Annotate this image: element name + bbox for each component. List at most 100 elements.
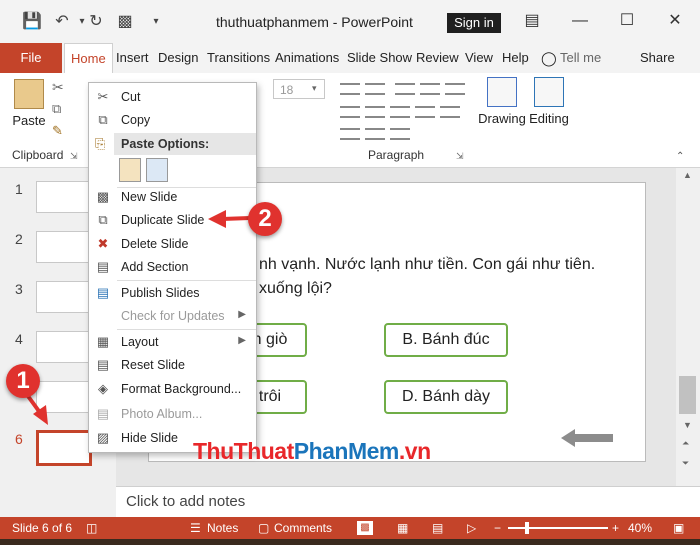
maximize-icon[interactable]: ☐ xyxy=(612,8,642,34)
format-background-icon: ◈ xyxy=(98,381,108,396)
comments-toggle[interactable]: Comments xyxy=(274,521,332,535)
notes-icon[interactable]: ☰ xyxy=(190,521,201,535)
paste-keep-text-icon[interactable] xyxy=(119,158,141,182)
format-painter-icon[interactable]: ✎ xyxy=(52,123,63,139)
align-left-icon[interactable] xyxy=(340,106,360,118)
clipboard-launcher-icon[interactable]: ⇲ xyxy=(70,151,78,162)
previous-slide-icon[interactable]: ⏶ xyxy=(682,438,689,449)
zoom-slider-thumb[interactable] xyxy=(525,522,529,534)
thumb-number-selected: 6 xyxy=(15,431,23,447)
text-direction-icon[interactable] xyxy=(340,128,360,140)
decrease-indent-icon[interactable] xyxy=(395,83,415,95)
reading-view-icon[interactable]: ▤ xyxy=(432,521,443,535)
align-text-icon[interactable] xyxy=(365,128,385,140)
copy-small-icon[interactable]: ⧉ xyxy=(52,101,61,117)
menu-item-duplicate-slide[interactable]: ⧉ Duplicate Slide xyxy=(89,209,256,231)
ribbon-display-icon[interactable]: ▤ xyxy=(517,8,547,34)
notes-toggle[interactable]: Notes xyxy=(207,521,238,535)
zoom-level[interactable]: 40% xyxy=(628,521,652,535)
tell-me-search[interactable]: Tell me xyxy=(560,43,601,73)
slide-thumb-3[interactable] xyxy=(36,281,92,313)
menu-item-format-background[interactable]: ◈ Format Background... xyxy=(89,378,256,400)
menu-item-new-slide[interactable]: ▩ New Slide xyxy=(89,186,256,208)
tab-help[interactable]: Help xyxy=(502,43,529,73)
share-button[interactable]: Share xyxy=(640,43,675,73)
next-slide-icon[interactable]: ⏷ xyxy=(682,458,689,469)
align-right-icon[interactable] xyxy=(390,106,410,118)
scroll-thumb[interactable] xyxy=(679,376,696,414)
comments-icon[interactable]: ▢ xyxy=(258,521,269,535)
drawing-button[interactable]: Drawing xyxy=(478,77,526,126)
tab-design[interactable]: Design xyxy=(158,43,198,73)
customize-toolbar-icon[interactable]: ▾ xyxy=(146,12,166,32)
editing-button[interactable]: Editing xyxy=(527,77,571,126)
justify-icon[interactable] xyxy=(415,106,435,118)
scroll-down-icon[interactable]: ▼ xyxy=(683,420,692,430)
notes-pane[interactable]: Click to add notes xyxy=(116,486,700,517)
slide-counter[interactable]: Slide 6 of 6 xyxy=(12,521,72,535)
tab-review[interactable]: Review xyxy=(416,43,459,73)
present-icon[interactable]: ▩ xyxy=(115,12,135,32)
tab-slide-show[interactable]: Slide Show xyxy=(347,43,412,73)
thumb-number: 2 xyxy=(15,231,23,247)
menu-item-reset-slide[interactable]: ▤ Reset Slide xyxy=(89,354,256,376)
menu-item-photo-album[interactable]: ▤ Photo Album... xyxy=(89,403,256,425)
fit-to-window-icon[interactable]: ▣ xyxy=(673,521,684,535)
save-icon[interactable]: 💾 xyxy=(22,12,42,32)
slide-thumb-5[interactable] xyxy=(36,381,92,413)
paste-button[interactable]: Paste xyxy=(12,79,46,128)
thumb-number: 1 xyxy=(15,181,23,197)
photo-album-icon: ▤ xyxy=(96,406,110,421)
tab-view[interactable]: View xyxy=(465,43,493,73)
numbering-icon[interactable] xyxy=(365,83,385,95)
menu-item-add-section[interactable]: ▤ Add Section xyxy=(89,256,256,278)
menu-item-check-for-updates[interactable]: Check for Updates ▶ xyxy=(89,305,256,327)
slide-thumb-4[interactable] xyxy=(36,331,92,363)
font-size-box[interactable]: 18 ▾ xyxy=(273,79,325,99)
menu-item-delete-slide[interactable]: ✖ Delete Slide xyxy=(89,233,256,255)
redo-icon[interactable]: ↻ xyxy=(86,12,106,32)
menu-item-cut[interactable]: ✂ Cut xyxy=(89,86,256,108)
menu-item-publish-slides[interactable]: ▤ Publish Slides xyxy=(89,282,256,304)
zoom-out-icon[interactable]: − xyxy=(494,521,501,535)
tab-transitions[interactable]: Transitions xyxy=(207,43,270,73)
slideshow-icon[interactable]: ▷ xyxy=(467,521,476,535)
answer-d[interactable]: D. Bánh dày xyxy=(384,380,508,414)
zoom-in-icon[interactable]: + xyxy=(612,521,619,535)
columns-icon[interactable] xyxy=(440,106,460,118)
paragraph-launcher-icon[interactable]: ⇲ xyxy=(456,151,464,162)
question-text[interactable]: nh vạnh. Nước lạnh như tiền. Con gái như… xyxy=(259,253,639,301)
tab-insert[interactable]: Insert xyxy=(116,43,149,73)
close-icon[interactable]: ✕ xyxy=(660,8,690,34)
bullets-icon[interactable] xyxy=(340,83,360,95)
align-center-icon[interactable] xyxy=(365,106,385,118)
collapse-ribbon-icon[interactable]: ⌃ xyxy=(676,151,684,162)
tab-home[interactable]: Home xyxy=(64,43,113,74)
line-spacing-icon[interactable] xyxy=(445,83,465,95)
status-bar: Slide 6 of 6 ◫ ☰ Notes ▢ Comments ▩ ▦ ▤ … xyxy=(0,517,700,539)
slide-thumb-1[interactable] xyxy=(36,181,92,213)
paste-picture-icon[interactable] xyxy=(146,158,168,182)
increase-indent-icon[interactable] xyxy=(420,83,440,95)
scroll-up-icon[interactable]: ▲ xyxy=(683,170,692,180)
slide-sorter-icon[interactable]: ▦ xyxy=(397,521,408,535)
accessibility-icon[interactable]: ◫ xyxy=(86,521,97,535)
tab-file[interactable]: File xyxy=(0,43,62,73)
smartart-icon[interactable] xyxy=(390,128,410,140)
menu-item-layout[interactable]: ▦ Layout ▶ xyxy=(89,331,256,353)
menu-item-copy[interactable]: ⧉ Copy xyxy=(89,109,256,131)
normal-view-icon[interactable]: ▩ xyxy=(357,521,373,535)
answer-b[interactable]: B. Bánh đúc xyxy=(384,323,508,357)
slide-thumb-6[interactable] xyxy=(36,430,92,466)
copy-icon: ⧉ xyxy=(98,112,108,127)
tab-animations[interactable]: Animations xyxy=(275,43,339,73)
back-arrow-icon[interactable] xyxy=(561,429,613,447)
undo-icon[interactable]: ↶ xyxy=(52,12,72,32)
cut-small-icon[interactable]: ✂ xyxy=(52,79,64,96)
zoom-slider[interactable] xyxy=(508,527,608,529)
slide-thumb-2[interactable] xyxy=(36,231,92,263)
sign-in-button[interactable]: Sign in xyxy=(447,13,501,33)
vertical-scrollbar[interactable]: ▲ ▼ ⏶ ⏷ xyxy=(676,168,700,486)
context-menu: ✂ Cut ⧉ Copy ⎘ Paste Options: ▩ New Slid… xyxy=(88,82,257,453)
minimize-icon[interactable]: — xyxy=(565,8,595,34)
